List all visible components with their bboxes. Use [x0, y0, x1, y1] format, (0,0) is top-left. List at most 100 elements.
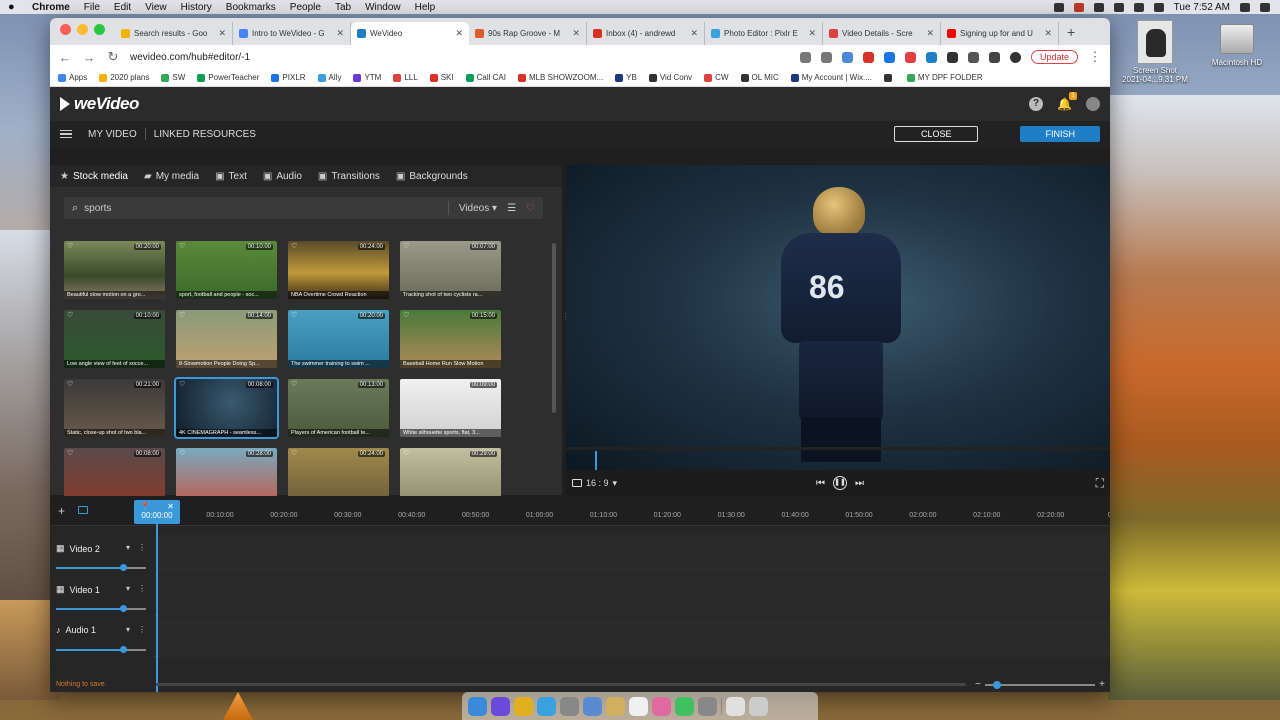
desktop-screenshot-file[interactable]: Screen Shot 2021-04...9.31 PM	[1115, 20, 1195, 84]
menubar-extra-icon[interactable]	[1093, 2, 1104, 12]
extension-icon[interactable]	[862, 51, 874, 63]
bookmark-item[interactable]: Vid Conv	[648, 73, 692, 82]
media-scrollbar[interactable]	[552, 243, 556, 413]
app-menu-chrome[interactable]: Chrome	[32, 2, 70, 13]
bookmark-item[interactable]: MLB SHOWZOOM...	[517, 73, 603, 82]
bookmark-item[interactable]: YB	[615, 73, 637, 82]
calendar-icon[interactable]	[629, 696, 648, 716]
siri-icon[interactable]	[491, 696, 510, 716]
media-thumbnail[interactable]: ♡ 00:07:00 Tracking shot of two cyclists…	[400, 241, 501, 299]
zoom-in-icon[interactable]: +	[1099, 679, 1105, 690]
media-thumbnail[interactable]: ♡ 00:08:00 4K CINEMAGRAPH - seamless...	[174, 377, 279, 439]
bookmark-item[interactable]: SW	[161, 73, 185, 82]
tab-close-icon[interactable]: ✕	[572, 28, 580, 39]
wifi-icon[interactable]	[1133, 2, 1144, 12]
track-dropdown-icon[interactable]: ▾	[126, 625, 130, 634]
browser-tab[interactable]: Search results - Goo ✕	[115, 22, 233, 45]
apple-menu-icon[interactable]: ●	[8, 1, 20, 13]
add-track-icon[interactable]: +	[58, 504, 65, 518]
video-preview[interactable]: 86	[566, 165, 1110, 470]
close-button[interactable]: CLOSE	[893, 126, 979, 142]
preview-scrub-bar[interactable]	[566, 447, 1110, 450]
user-avatar[interactable]	[1086, 97, 1100, 111]
playhead[interactable]: 📍 ✕ 00:00:00	[134, 500, 180, 524]
tab-close-icon[interactable]: ✕	[1044, 28, 1052, 39]
profile-avatar[interactable]	[1009, 51, 1021, 63]
tab-close-icon[interactable]: ✕	[218, 28, 226, 39]
bookmark-item[interactable]: My Account | Wix....	[790, 73, 872, 82]
pause-button-icon[interactable]: ❚❚	[833, 476, 847, 490]
tab-text[interactable]: ▣ Text	[215, 171, 247, 182]
favorite-heart-icon[interactable]: ♡	[403, 311, 409, 319]
volume-knob[interactable]	[120, 605, 127, 612]
tab-close-icon[interactable]: ✕	[336, 28, 344, 39]
extensions-puzzle-icon[interactable]	[967, 51, 979, 63]
media-thumbnail[interactable]: ♡ 00:21:00 Static, close-up shot of two …	[64, 379, 165, 437]
bookmark-item[interactable]: MY DPF FOLDER	[906, 73, 983, 82]
menu-tab[interactable]: Tab	[335, 2, 351, 13]
track-volume-slider[interactable]	[56, 646, 146, 653]
browser-tab[interactable]: 90s Rap Groove - M ✕	[469, 22, 587, 45]
bookmark-item[interactable]: YTM	[353, 73, 381, 82]
tab-close-icon[interactable]: ✕	[455, 28, 463, 39]
volume-knob[interactable]	[120, 564, 127, 571]
preview-icon[interactable]	[583, 696, 602, 716]
favorite-heart-icon[interactable]: ♡	[403, 449, 409, 457]
track-lane[interactable]	[156, 617, 1110, 657]
bookmark-item[interactable]: 2020 plans	[99, 73, 149, 82]
share-icon[interactable]	[799, 51, 811, 63]
finder-icon[interactable]	[468, 696, 487, 716]
minimize-window-icon[interactable]	[77, 24, 88, 35]
linked-resources-link[interactable]: LINKED RESOURCES	[154, 129, 256, 140]
tab-stock-media[interactable]: ★ Stock media	[60, 171, 128, 182]
favorite-heart-icon[interactable]: ♡	[67, 380, 73, 388]
media-thumbnail[interactable]: ♡ 00:20:00 The swimmer training to swim …	[288, 310, 389, 368]
favorite-heart-icon[interactable]: ♡	[291, 449, 297, 457]
bookmark-item[interactable]: Apps	[58, 73, 87, 82]
control-center-icon[interactable]	[1260, 2, 1270, 12]
favorite-heart-icon[interactable]: ♡	[179, 449, 185, 457]
tab-close-icon[interactable]: ✕	[926, 28, 934, 39]
favorite-heart-icon[interactable]: ♡	[291, 311, 297, 319]
finish-button[interactable]: FINISH	[1020, 126, 1100, 142]
extension-icon[interactable]	[925, 51, 937, 63]
reload-icon[interactable]: ↻	[106, 49, 120, 65]
track-dropdown-icon[interactable]: ▾	[126, 543, 130, 552]
tab-close-icon[interactable]: ✕	[808, 28, 816, 39]
bookmark-item[interactable]: PowerTeacher	[197, 73, 259, 82]
track-volume-slider[interactable]	[56, 605, 146, 612]
timeline-horizontal-scrollbar[interactable]	[156, 683, 966, 686]
microphone-icon[interactable]	[1053, 2, 1064, 12]
favorite-heart-icon[interactable]: ♡	[291, 380, 297, 388]
update-button[interactable]: Update	[1030, 50, 1078, 64]
tab-audio[interactable]: ▣ Audio	[263, 171, 302, 182]
chrome-icon[interactable]	[514, 696, 533, 716]
tab-my-media[interactable]: ▰ My media	[144, 171, 199, 182]
safari-icon[interactable]	[537, 696, 556, 716]
media-thumbnail[interactable]: ♡ 00:15:00 Baseball Home Run Slow Motion	[400, 310, 501, 368]
hamburger-menu-icon[interactable]	[60, 128, 72, 141]
volume-knob[interactable]	[120, 646, 127, 653]
browser-tab[interactable]: Inbox (4) - andrewd ✕	[587, 22, 705, 45]
media-thumbnail[interactable]: ♡ 00:24:00 NBA Overtime Crowd Reaction	[288, 241, 389, 299]
tab-transitions[interactable]: ▣ Transitions	[318, 171, 380, 182]
menu-history[interactable]: History	[181, 2, 212, 13]
skip-back-icon[interactable]: ⏮	[816, 478, 825, 489]
desktop-macintosh-hd[interactable]: Macintosh HD	[1197, 24, 1277, 67]
browser-tab[interactable]: Video Details - Scre ✕	[823, 22, 941, 45]
search-input[interactable]: sports	[84, 203, 111, 214]
media-thumbnail[interactable]: ♡ 00:14:00 8-Slowmotion People Doing Sp.…	[176, 310, 277, 368]
menubar-clock[interactable]: Tue 7:52 AM	[1174, 2, 1230, 13]
aspect-ratio-dropdown[interactable]: 16 : 9 ▾	[572, 478, 617, 489]
track-lane[interactable]	[156, 576, 1110, 616]
skip-forward-icon[interactable]: ⏭	[855, 478, 864, 489]
playhead-close-icon[interactable]: ✕	[167, 502, 174, 511]
track-menu-icon[interactable]: ⋮	[138, 584, 146, 593]
extension-icon[interactable]	[946, 51, 958, 63]
menu-view[interactable]: View	[145, 2, 167, 13]
playhead-line[interactable]	[156, 524, 158, 692]
settings-icon[interactable]	[698, 696, 717, 716]
bookmark-item[interactable]: PIXLR	[271, 73, 306, 82]
messages-icon[interactable]	[675, 696, 694, 716]
kebab-menu-icon[interactable]: ⋮	[1088, 49, 1102, 65]
